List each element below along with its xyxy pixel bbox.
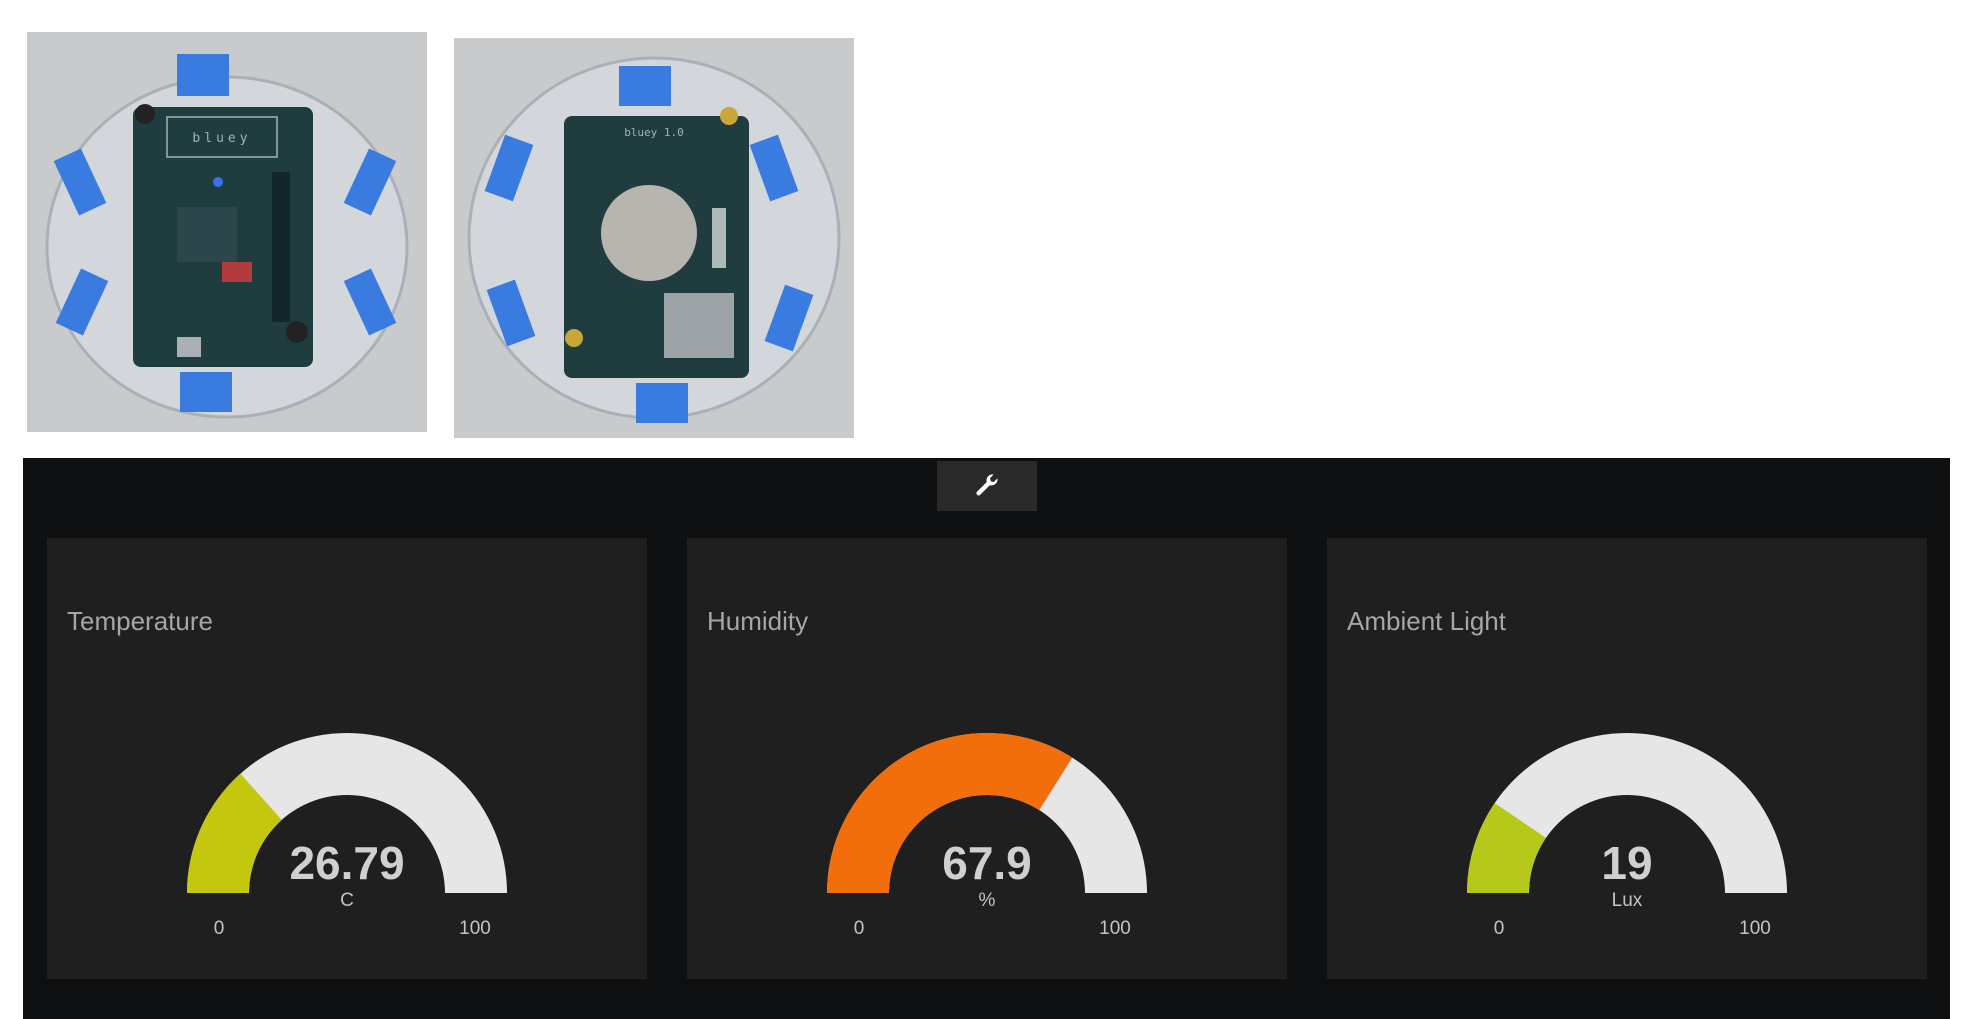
humidity-unit: % <box>978 890 996 911</box>
board-silkscreen-back: bluey 1.0 <box>624 126 684 139</box>
ambient-light-panel: Ambient Light 19 Lux 0 100 <box>1327 538 1927 979</box>
humidity-min: 0 <box>853 918 865 939</box>
temperature-unit: C <box>340 890 354 911</box>
ambient-light-title: Ambient Light <box>1347 606 1506 636</box>
ambient-light-gauge: 19 Lux 0 100 <box>1327 718 1927 948</box>
humidity-title: Humidity <box>707 606 809 636</box>
temperature-panel: Temperature 26.79 C 0 100 <box>47 538 647 979</box>
humidity-panel: Humidity 67.9 % 0 100 <box>687 538 1287 979</box>
humidity-gauge: 67.9 % 0 100 <box>687 718 1287 948</box>
ambient-light-min: 0 <box>1493 918 1505 939</box>
temperature-min: 0 <box>213 918 225 939</box>
humidity-max: 100 <box>1099 918 1131 939</box>
ambient-light-max: 100 <box>1739 918 1771 939</box>
temperature-gauge: 26.79 C 0 100 <box>47 718 647 948</box>
temperature-value: 26.79 <box>289 837 405 889</box>
ambient-light-unit: Lux <box>1611 890 1643 911</box>
board-photo-back: bluey 1.0 <box>454 38 854 438</box>
settings-button[interactable] <box>937 461 1037 511</box>
wrench-icon <box>973 471 1001 502</box>
temperature-title: Temperature <box>67 606 213 636</box>
sensor-dashboard: Temperature 26.79 C 0 100 Humidity 67.9 … <box>23 458 1950 1019</box>
board-photo-front: bluey <box>27 32 427 432</box>
board-silkscreen-front: bluey <box>192 131 251 146</box>
humidity-value: 67.9 <box>942 837 1032 889</box>
ambient-light-value: 19 <box>1601 837 1653 889</box>
temperature-max: 100 <box>459 918 491 939</box>
